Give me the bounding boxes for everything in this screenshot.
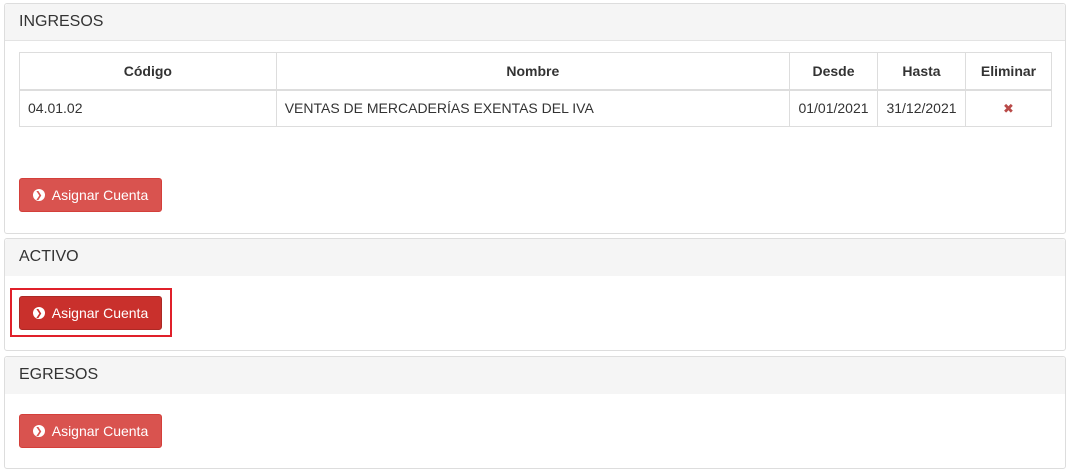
- chevron-circle-right-icon: ❯: [32, 425, 45, 437]
- panel-heading-egresos: EGRESOS: [5, 357, 1065, 394]
- assign-account-label: Asignar Cuenta: [51, 423, 149, 439]
- panel-activo: ACTIVO ❯ Asignar Cuenta: [4, 238, 1066, 351]
- chevron-circle-right-icon: ❯: [32, 307, 45, 319]
- assign-account-button-activo[interactable]: ❯ Asignar Cuenta: [19, 296, 162, 330]
- panel-heading-ingresos: INGRESOS: [5, 4, 1065, 41]
- panel-egresos: EGRESOS ❯ Asignar Cuenta: [4, 356, 1066, 469]
- delete-icon[interactable]: ✖: [1003, 101, 1014, 116]
- column-header-eliminar: Eliminar: [964, 52, 1053, 91]
- table-row: 04.01.02 VENTAS DE MERCADERÍAS EXENTAS D…: [19, 89, 1053, 127]
- assign-account-label: Asignar Cuenta: [51, 305, 149, 321]
- cell-hasta: 31/12/2021: [877, 89, 966, 127]
- cell-eliminar: ✖: [964, 89, 1053, 127]
- column-header-codigo: Código: [19, 52, 277, 91]
- assign-account-button-egresos[interactable]: ❯ Asignar Cuenta: [19, 414, 162, 448]
- assign-account-button-ingresos[interactable]: ❯ Asignar Cuenta: [19, 178, 162, 212]
- table-header-row: Código Nombre Desde Hasta Eliminar: [19, 52, 1053, 91]
- panel-heading-activo: ACTIVO: [5, 239, 1065, 276]
- cell-desde: 01/01/2021: [789, 89, 878, 127]
- assign-account-label: Asignar Cuenta: [51, 187, 149, 203]
- chevron-circle-right-icon: ❯: [32, 189, 45, 201]
- column-header-nombre: Nombre: [275, 52, 791, 91]
- cell-codigo: 04.01.02: [19, 89, 277, 127]
- accounts-table: Código Nombre Desde Hasta Eliminar 04.01…: [19, 52, 1053, 127]
- panel-ingresos: INGRESOS Código Nombre Desde Hasta Elimi…: [4, 3, 1066, 234]
- column-header-hasta: Hasta: [877, 52, 966, 91]
- cell-nombre: VENTAS DE MERCADERÍAS EXENTAS DEL IVA: [275, 89, 791, 127]
- column-header-desde: Desde: [789, 52, 878, 91]
